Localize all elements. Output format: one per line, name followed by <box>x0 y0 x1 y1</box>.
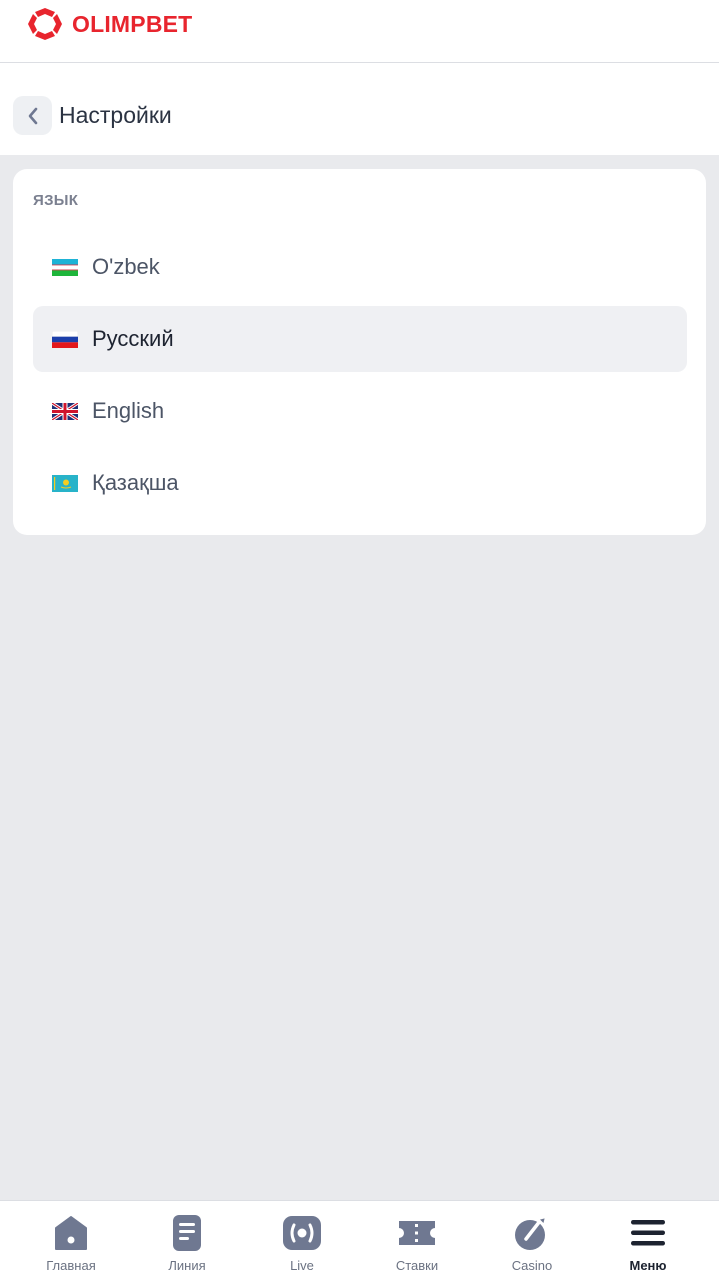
tab-label: Ставки <box>395 1258 439 1273</box>
ticket-icon <box>399 1221 435 1245</box>
tab-bets[interactable]: Ставки <box>359 1201 475 1281</box>
tab-label: Casino <box>511 1258 553 1273</box>
kazakhstan-flag-icon <box>52 474 78 492</box>
brand-name: OLIMPBET <box>72 10 193 37</box>
russia-flag-icon <box>52 330 78 348</box>
tab-home[interactable]: Главная <box>13 1201 129 1281</box>
language-label: Қазақша <box>92 470 179 495</box>
page-header: Настройки <box>0 63 719 155</box>
uk-flag-icon <box>52 402 78 420</box>
chevron-left-icon <box>28 107 37 124</box>
tab-casino[interactable]: Casino <box>474 1201 590 1281</box>
language-option-russian[interactable]: Русский <box>33 306 687 372</box>
olimpbet-logo-icon <box>28 8 62 40</box>
language-option-english[interactable]: English <box>33 378 687 444</box>
page-title: Настройки <box>59 102 172 128</box>
back-button[interactable] <box>13 96 52 135</box>
bottom-tab-bar: Главная Линия Live Ставки Casino Меню <box>0 1200 719 1281</box>
language-label: O'zbek <box>92 254 160 279</box>
home-icon <box>55 1216 87 1250</box>
uzbekistan-flag-icon <box>52 258 78 276</box>
casino-icon <box>515 1216 547 1250</box>
tab-label: Линия <box>168 1258 206 1273</box>
language-option-kazakh[interactable]: Қазақша <box>33 450 687 516</box>
section-label-language: ЯЗЫК <box>33 192 79 209</box>
tab-line[interactable]: Линия <box>129 1201 245 1281</box>
live-icon <box>283 1216 321 1250</box>
tab-label: Меню <box>629 1258 667 1273</box>
top-bar: OLIMPBET <box>0 0 719 63</box>
language-label: Русский <box>92 326 174 351</box>
tab-label: Главная <box>46 1258 96 1273</box>
language-option-uzbek[interactable]: O'zbek <box>33 234 687 300</box>
language-card: ЯЗЫК O'zbek Русский English Қазақша <box>13 169 706 535</box>
tab-label: Live <box>290 1258 314 1273</box>
line-list-icon <box>173 1215 201 1251</box>
tab-menu[interactable]: Меню <box>590 1201 706 1281</box>
menu-icon <box>631 1220 665 1246</box>
brand-logo[interactable]: OLIMPBET <box>26 6 192 42</box>
tab-live[interactable]: Live <box>244 1201 360 1281</box>
language-label: English <box>92 398 165 423</box>
